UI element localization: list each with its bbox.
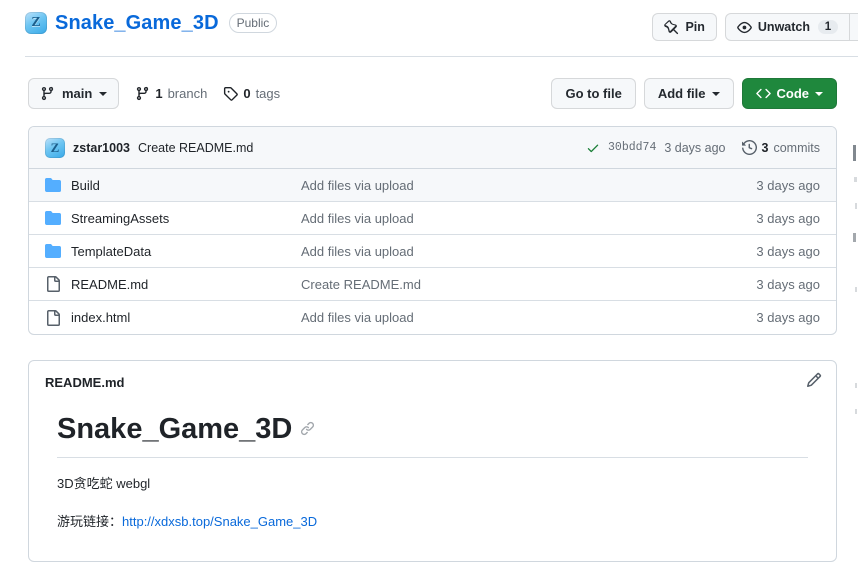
file-icon xyxy=(45,309,61,326)
code-toolbar: main 1 branch 0 tags Go to file Add file… xyxy=(0,78,858,110)
tag-count-link[interactable]: 0 tags xyxy=(223,86,280,101)
visibility-badge: Public xyxy=(228,13,278,33)
page-title[interactable]: Snake_Game_3D xyxy=(55,13,219,33)
edge-fragment xyxy=(853,233,856,242)
branch-count: 1 xyxy=(155,86,163,101)
commit-history-link[interactable]: 3 commits xyxy=(741,140,820,155)
edge-fragment xyxy=(855,383,857,388)
readme-heading-row: Snake_Game_3D xyxy=(57,411,808,459)
code-button[interactable]: Code xyxy=(741,78,837,109)
edge-fragment xyxy=(854,177,857,182)
readme-link-prefix: 游玩链接： xyxy=(57,514,123,530)
repo-header: Snake_Game_3D Public Pin xyxy=(0,0,858,57)
tag-icon xyxy=(223,86,239,101)
chevron-down-icon xyxy=(815,91,823,96)
table-row[interactable]: README.md Create README.md 3 days ago xyxy=(29,268,836,301)
branch-selector-button[interactable]: main xyxy=(28,78,120,109)
table-row[interactable]: TemplateData Add files via upload 3 days… xyxy=(29,235,836,268)
commit-sha[interactable]: 30bdd74 xyxy=(608,141,656,154)
file-name[interactable]: README.md xyxy=(71,277,301,292)
file-commit-time: 3 days ago xyxy=(756,177,820,193)
edge-fragment xyxy=(855,409,857,414)
pencil-icon[interactable] xyxy=(806,372,822,388)
table-row[interactable]: index.html Add files via upload 3 days a… xyxy=(29,301,836,334)
git-branch-icon xyxy=(135,86,150,101)
readme-content: Snake_Game_3D 3D贪吃蛇 webgl 游玩链接：http://xd… xyxy=(29,403,836,533)
branch-name: main xyxy=(62,86,93,101)
folder-icon xyxy=(45,210,61,226)
file-commit-time: 3 days ago xyxy=(756,243,820,259)
code-toolbar-actions: Go to file Add file Code xyxy=(551,78,837,109)
readme-filename: README.md xyxy=(45,374,125,390)
readme-play-link[interactable]: http://xdxsb.top/Snake_Game_3D xyxy=(122,514,317,529)
file-name[interactable]: StreamingAssets xyxy=(71,211,301,226)
file-commit-message[interactable]: Create README.md xyxy=(301,277,756,292)
go-to-file-button[interactable]: Go to file xyxy=(551,78,636,109)
history-icon xyxy=(741,140,757,155)
file-commit-time: 3 days ago xyxy=(756,310,820,325)
commit-author[interactable]: zstar1003 xyxy=(73,141,130,155)
file-commit-message[interactable]: Add files via upload xyxy=(301,178,756,193)
watch-count: 1 xyxy=(818,20,838,34)
file-icon xyxy=(45,276,61,292)
commits-label: commits xyxy=(773,140,820,155)
commit-message[interactable]: Create README.md xyxy=(138,141,253,155)
offscreen-sidebar-remnant xyxy=(848,125,858,415)
git-branch-icon xyxy=(40,86,55,101)
watch-dropdown-button[interactable] xyxy=(850,13,858,41)
edge-fragment xyxy=(853,145,856,161)
tag-count: 0 xyxy=(243,86,251,101)
add-file-label: Add file xyxy=(657,86,706,101)
folder-icon xyxy=(45,243,61,259)
unwatch-label: Unwatch xyxy=(757,20,810,34)
commit-time: 3 days ago xyxy=(664,140,726,155)
edge-fragment xyxy=(855,287,857,292)
pin-label: Pin xyxy=(685,20,705,34)
latest-commit-bar: zstar1003 Create README.md 30bdd74 3 day… xyxy=(29,127,836,169)
pin-button[interactable]: Pin xyxy=(652,13,717,41)
file-commit-message[interactable]: Add files via upload xyxy=(301,211,756,226)
table-row[interactable]: Build Add files via upload 3 days ago xyxy=(29,169,836,202)
latest-commit-meta: 30bdd74 3 days ago 3 commits xyxy=(586,140,820,155)
pin-icon xyxy=(664,19,679,35)
add-file-button[interactable]: Add file xyxy=(643,78,734,109)
readme-paragraph-1: 3D贪吃蛇 webgl xyxy=(57,476,151,492)
file-name[interactable]: TemplateData xyxy=(71,244,301,259)
unwatch-button[interactable]: Unwatch 1 xyxy=(724,13,850,41)
file-name[interactable]: Build xyxy=(71,178,301,193)
owner-avatar[interactable] xyxy=(25,12,47,34)
file-commit-message[interactable]: Add files via upload xyxy=(301,244,756,259)
folder-icon xyxy=(45,177,61,193)
readme-paragraph-2: 游玩链接：http://xdxsb.top/Snake_Game_3D xyxy=(57,512,808,533)
file-listing-panel: zstar1003 Create README.md 30bdd74 3 day… xyxy=(28,126,837,335)
file-name[interactable]: index.html xyxy=(71,310,301,325)
avatar[interactable] xyxy=(45,137,65,158)
chevron-down-icon xyxy=(99,91,108,96)
header-divider xyxy=(25,56,858,57)
branch-count-link[interactable]: 1 branch xyxy=(135,86,207,101)
latest-commit-info: zstar1003 Create README.md xyxy=(45,137,586,158)
branch-count-label: branch xyxy=(167,86,208,101)
readme-heading: Snake_Game_3D xyxy=(57,413,293,445)
chevron-down-icon xyxy=(711,91,720,96)
github-repo-page: Snake_Game_3D Public Pin xyxy=(0,0,858,571)
eye-icon xyxy=(737,20,752,35)
file-commit-time: 3 days ago xyxy=(756,210,820,226)
edge-fragment xyxy=(855,203,857,209)
repo-title-row: Snake_Game_3D Public xyxy=(25,12,278,34)
file-commit-message[interactable]: Add files via upload xyxy=(301,310,756,325)
readme-header: README.md xyxy=(29,361,836,403)
link-icon[interactable] xyxy=(300,421,315,436)
watch-button-group: Unwatch 1 xyxy=(724,13,858,41)
table-row[interactable]: StreamingAssets Add files via upload 3 d… xyxy=(29,202,836,235)
check-icon[interactable] xyxy=(586,141,600,155)
tag-count-label: tags xyxy=(255,86,281,101)
branch-area: main 1 branch 0 tags xyxy=(28,78,280,109)
code-label: Code xyxy=(776,86,810,101)
commits-count: 3 xyxy=(761,140,769,155)
code-brackets-icon xyxy=(755,86,771,101)
repo-header-actions: Pin Unwatch 1 xyxy=(652,13,858,41)
readme-panel: README.md Snake_Game_3D 3D贪吃蛇 webgl 游玩链接… xyxy=(28,360,837,562)
file-commit-time: 3 days ago xyxy=(756,276,820,292)
